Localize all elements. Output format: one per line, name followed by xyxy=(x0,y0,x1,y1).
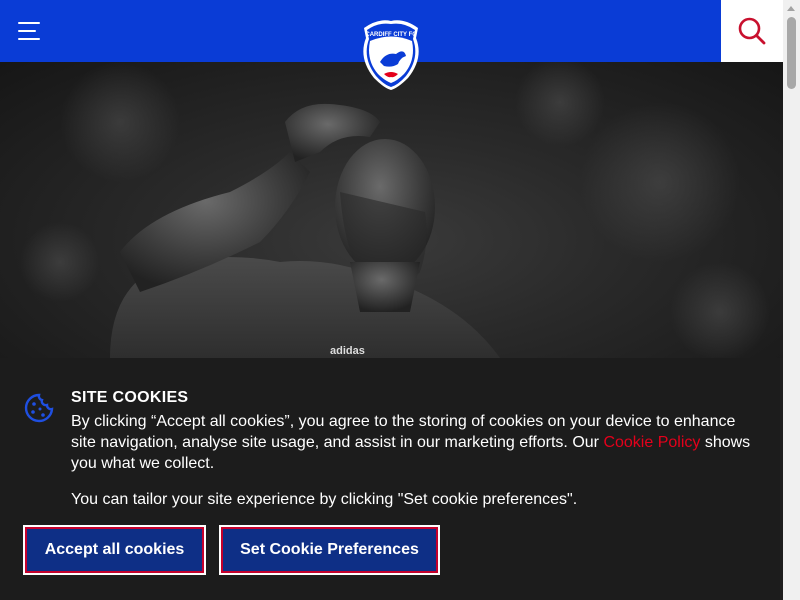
club-crest-logo[interactable]: CARDIFF CITY FC xyxy=(358,18,424,92)
page-scrollbar[interactable] xyxy=(783,0,800,600)
hamburger-menu-icon[interactable] xyxy=(18,22,40,40)
set-cookie-preferences-button[interactable]: Set Cookie Preferences xyxy=(219,525,440,575)
search-button[interactable] xyxy=(721,0,783,62)
kit-logo: adidas xyxy=(330,345,365,357)
hero-image: adidas xyxy=(0,62,783,358)
scrollbar-thumb[interactable] xyxy=(787,17,796,89)
cookie-tailor-text: You can tailor your site experience by c… xyxy=(71,491,578,508)
scroll-up-arrow-icon[interactable] xyxy=(787,6,795,11)
cookie-description: By clicking “Accept all cookies”, you ag… xyxy=(71,413,751,472)
crest-text: CARDIFF CITY FC xyxy=(365,32,417,38)
search-icon xyxy=(738,17,766,45)
cookie-policy-link[interactable]: Cookie Policy xyxy=(603,434,700,451)
cookie-banner: SITE COOKIES By clicking “Accept all coo… xyxy=(0,358,783,600)
accept-all-cookies-button[interactable]: Accept all cookies xyxy=(23,525,206,575)
cookie-icon xyxy=(24,393,54,423)
cookie-title: SITE COOKIES xyxy=(71,389,189,406)
